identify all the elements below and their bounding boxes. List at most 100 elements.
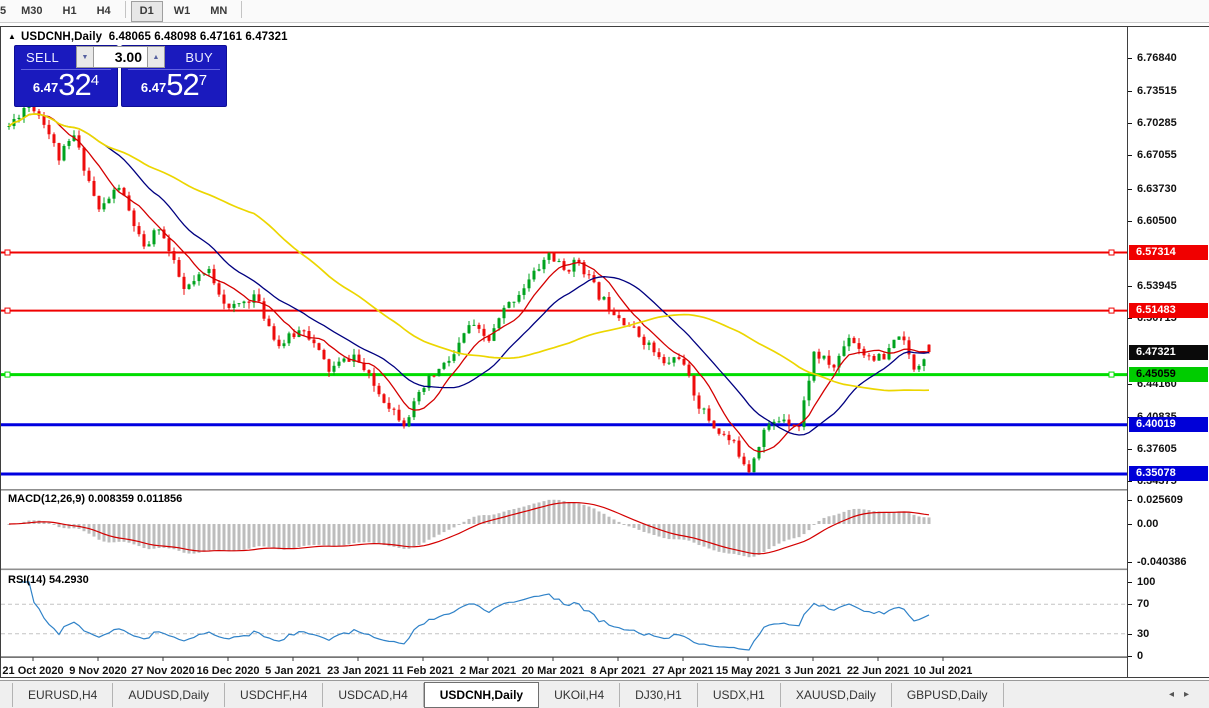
date-tick-label: 15 May 2021 <box>716 665 780 677</box>
price-axis[interactable]: 6.76840 6.73515 6.70285 6.67055 6.63730 6.605… <box>1127 26 1209 678</box>
toolbar-divider <box>125 1 126 18</box>
buy-price-sup: 7 <box>199 72 207 89</box>
tab-usdcad-h4[interactable]: USDCAD,H4 <box>323 683 423 707</box>
one-click-trade-panel: SELL 6.47324 BUY 6.47527 ▼ ▲ <box>14 45 227 107</box>
price-tick-label: 6.63730 <box>1137 182 1177 196</box>
axis-tick <box>1128 634 1132 635</box>
price-tick-label: 70 <box>1137 597 1149 611</box>
price-flag-6.35078: 6.35078 <box>1129 466 1208 481</box>
price-tick-label: 100 <box>1137 575 1155 589</box>
buy-label: BUY <box>185 50 213 65</box>
chart-window: ▲USDCNH,Daily 6.48065 6.48098 6.47161 6.… <box>0 26 1128 678</box>
candles-layer <box>8 98 931 473</box>
rsi-line <box>19 582 929 650</box>
price-tick-label: 6.53945 <box>1137 279 1177 293</box>
tab-usdchf-h4[interactable]: USDCHF,H4 <box>225 683 323 707</box>
date-tick-label: 11 Feb 2021 <box>392 665 454 677</box>
sell-price-big: 32 <box>58 67 90 102</box>
collapse-arrow-icon[interactable]: ▲ <box>8 32 16 41</box>
timeframe-button-h4[interactable]: H4 <box>88 1 120 22</box>
price-tick-label: 0.025609 <box>1137 493 1183 507</box>
tab-scroll-left-icon[interactable]: ◂ <box>1169 689 1184 700</box>
price-flag-6.40019: 6.40019 <box>1129 417 1208 432</box>
axis-tick <box>1128 123 1132 124</box>
axis-tick <box>1128 500 1132 501</box>
sell-price: 6.47324 <box>15 67 117 103</box>
sell-price-sup: 4 <box>91 72 99 89</box>
chart-title: ▲USDCNH,Daily 6.48065 6.48098 6.47161 6.… <box>8 31 288 43</box>
timeframe-button-mn[interactable]: MN <box>201 1 236 22</box>
date-tick-label: 27 Nov 2020 <box>131 665 195 677</box>
price-tick-label: 0.00 <box>1137 517 1158 531</box>
volume-input[interactable] <box>94 46 147 68</box>
timeframe-button-w1[interactable]: W1 <box>165 1 200 22</box>
price-tick-label: 6.73515 <box>1137 84 1177 98</box>
date-tick-label: 20 Mar 2021 <box>522 665 584 677</box>
axis-tick <box>1128 582 1132 583</box>
tab-scroll-arrows: ◂▸ <box>1169 689 1199 700</box>
sell-price-prefix: 6.47 <box>33 80 58 95</box>
tab-scroll-right-icon[interactable]: ▸ <box>1184 689 1199 700</box>
date-tick-label: 23 Jan 2021 <box>327 665 389 677</box>
price-flag-6.51483: 6.51483 <box>1129 303 1208 318</box>
axis-tick <box>1128 189 1132 190</box>
timeframe-button-m30[interactable]: M30 <box>12 1 51 22</box>
symbol-label: USDCNH,Daily <box>21 31 102 43</box>
tab-usdx-h1[interactable]: USDX,H1 <box>698 683 781 707</box>
timeframe-button-m5-partial[interactable]: 5 <box>0 1 10 22</box>
price-flag-6.45059: 6.45059 <box>1129 367 1208 382</box>
date-tick-label: 10 Jul 2021 <box>914 665 973 677</box>
tab-dj30-h1[interactable]: DJ30,H1 <box>620 683 698 707</box>
date-tick-label: 2 Mar 2021 <box>460 665 516 677</box>
moving-average-line-20 <box>9 114 929 435</box>
timeframe-toolbar: 5 M30H1H4 D1W1MN <box>0 0 1209 23</box>
rsi-indicator-label: RSI(14) 54.2930 <box>8 574 89 586</box>
sell-label: SELL <box>26 50 59 65</box>
buy-price-big: 52 <box>166 67 198 102</box>
volume-stepper: ▼ ▲ <box>76 46 165 68</box>
price-tick-label: 6.70285 <box>1137 116 1177 130</box>
price-flag-6.57314: 6.57314 <box>1129 245 1208 260</box>
axis-tick <box>1128 604 1132 605</box>
horizontal-line-objects <box>1 250 1128 474</box>
volume-decrease-button[interactable]: ▼ <box>76 46 94 68</box>
tab-audusd-daily[interactable]: AUDUSD,Daily <box>113 683 225 707</box>
tab-usdcnh-daily[interactable]: USDCNH,Daily <box>424 682 539 708</box>
date-tick-label: 3 Jun 2021 <box>785 665 841 677</box>
macd-indicator-label: MACD(12,26,9) 0.008359 0.011856 <box>8 493 182 505</box>
date-tick-label: 5 Jan 2021 <box>265 665 321 677</box>
toolbar-divider <box>241 1 242 18</box>
price-tick-label: 6.37605 <box>1137 442 1177 456</box>
axis-tick <box>1128 562 1132 563</box>
timeframe-buttons: M30H1H4 D1W1MN <box>11 1 246 22</box>
price-tick-label: 30 <box>1137 627 1149 641</box>
axis-tick <box>1128 286 1132 287</box>
price-tick-label: 6.67055 <box>1137 148 1177 162</box>
price-tick-label: 6.60500 <box>1137 214 1177 228</box>
tab-ukoil-h4[interactable]: UKOil,H4 <box>539 683 620 707</box>
axis-tick <box>1128 524 1132 525</box>
axis-tick <box>1128 155 1132 156</box>
volume-increase-button[interactable]: ▲ <box>147 46 165 68</box>
axis-tick <box>1128 449 1132 450</box>
axis-tick <box>1128 58 1132 59</box>
tab-gbpusd-daily[interactable]: GBPUSD,Daily <box>892 683 1004 707</box>
tab-xauusd-daily[interactable]: XAUUSD,Daily <box>781 683 892 707</box>
macd-signal-line <box>9 503 929 554</box>
price-chart-canvas[interactable] <box>1 27 1128 677</box>
tab-eurusd-h4[interactable]: EURUSD,H4 <box>12 683 113 707</box>
date-tick-label: 16 Dec 2020 <box>197 665 260 677</box>
timeframe-button-d1[interactable]: D1 <box>131 1 163 22</box>
chart-tab-bar: EURUSD,H4AUDUSD,DailyUSDCHF,H4USDCAD,H4U… <box>0 680 1209 708</box>
price-tick-label: 0 <box>1137 649 1143 663</box>
price-flag-6.47321: 6.47321 <box>1129 345 1208 360</box>
date-tick-label: 8 Apr 2021 <box>590 665 645 677</box>
date-tick-label: 22 Jun 2021 <box>847 665 909 677</box>
axis-tick <box>1128 656 1132 657</box>
axis-tick <box>1128 221 1132 222</box>
price-tick-label: 6.76840 <box>1137 51 1177 65</box>
rsi-pane <box>1 582 1128 650</box>
date-tick-label: 27 Apr 2021 <box>652 665 713 677</box>
buy-price: 6.47527 <box>122 67 226 103</box>
timeframe-button-h1[interactable]: H1 <box>54 1 86 22</box>
